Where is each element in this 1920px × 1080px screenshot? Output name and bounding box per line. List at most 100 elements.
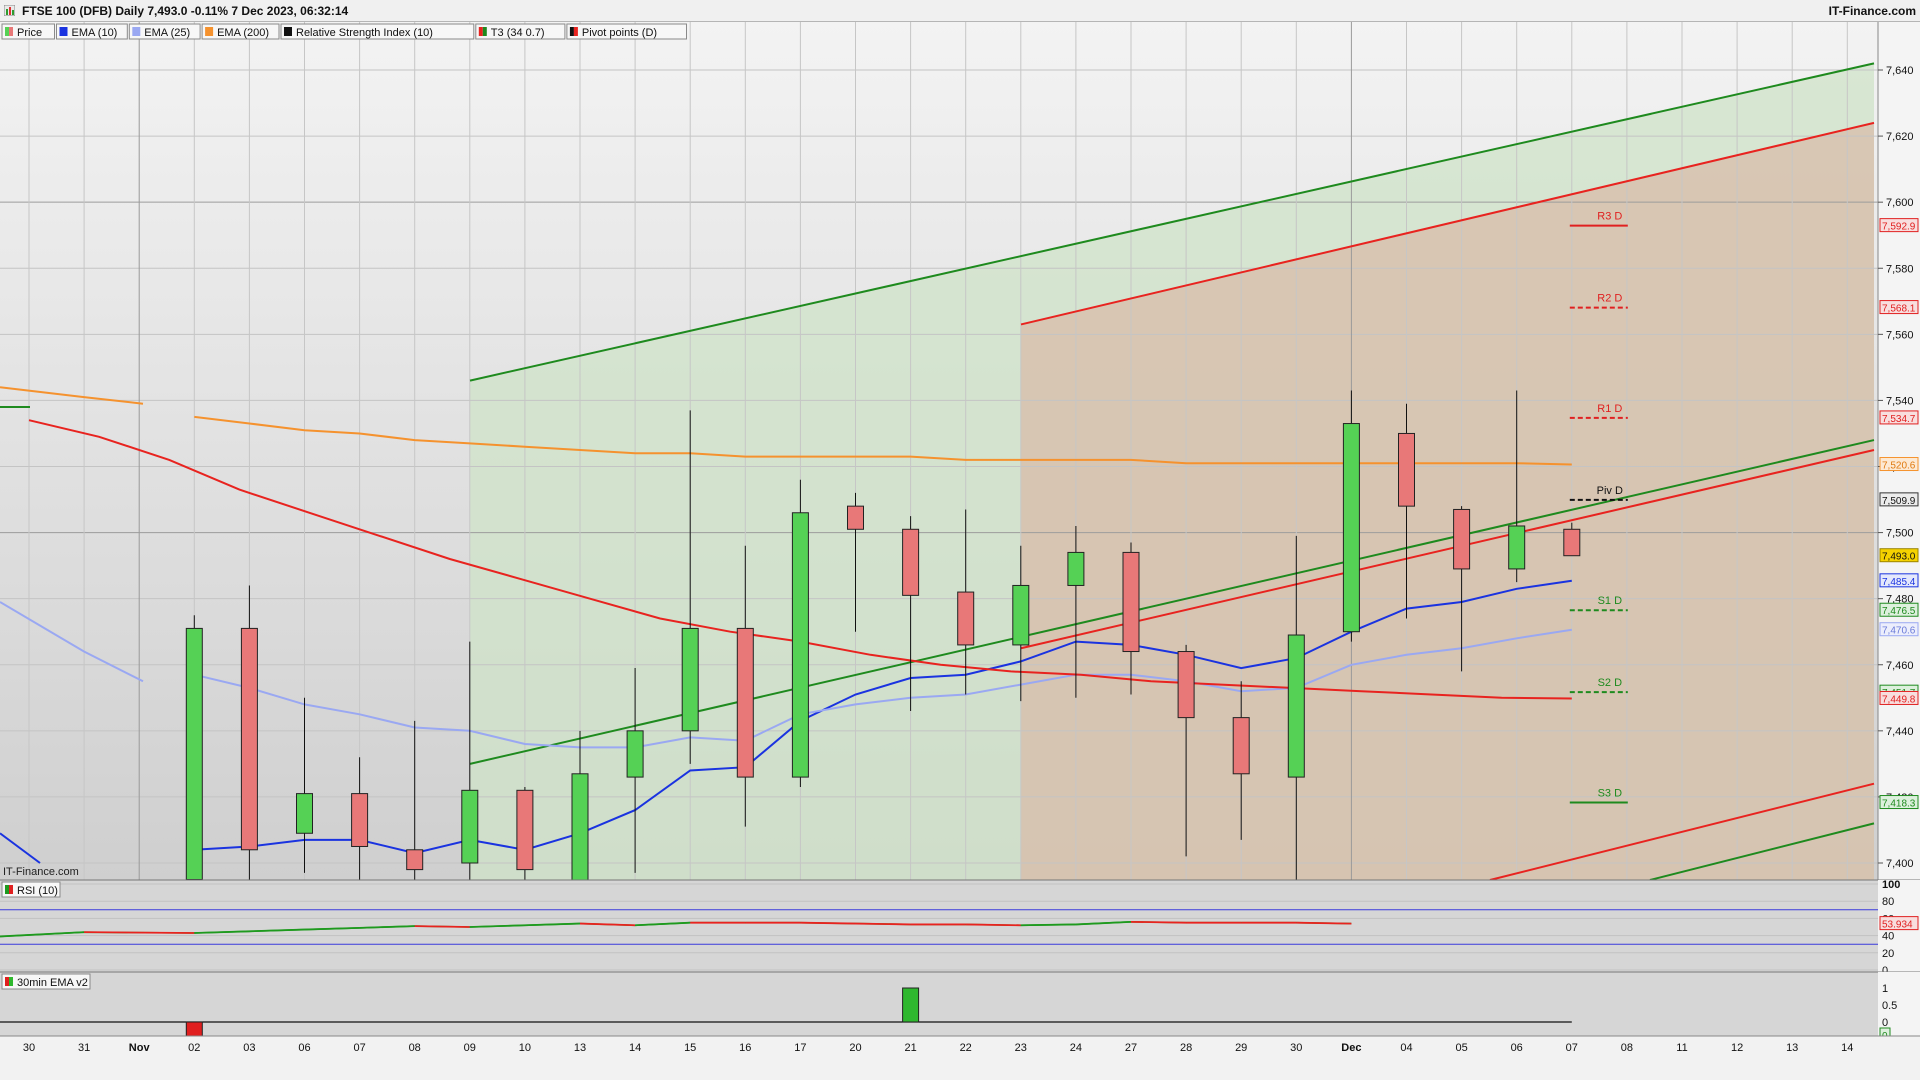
price-tick-label: 7,440 [1886,726,1914,738]
price-tag-s1: 7,476.5 [1879,602,1919,617]
time-axis-label: 27 [1125,1042,1137,1054]
time-axis-label: 04 [1400,1042,1412,1054]
rsi-segment [84,931,195,934]
chart-app-icon [4,5,15,16]
candle-body [1232,717,1250,775]
time-axis-label: 07 [353,1042,365,1054]
legend-swatch [59,27,68,36]
time-axis-label: 10 [519,1042,531,1054]
pivot-label: R3 D [1597,211,1622,223]
price-tag-price: 7,493.0 [1879,548,1919,563]
price-tick-label: 7,400 [1886,858,1914,870]
candle-body [1122,551,1140,653]
time-axis-label: 08 [409,1042,421,1054]
bearish-candle[interactable] [240,585,258,892]
candle-body [571,773,589,880]
time-axis-label: 05 [1455,1042,1467,1054]
price-tick-label: 7,460 [1886,660,1914,672]
candle-body [1067,551,1085,586]
rsi-legend[interactable]: RSI (10) [1,881,61,898]
time-axis-label: 30 [1290,1042,1302,1054]
time-axis-label: 02 [188,1042,200,1054]
rsi-value-label: 53.934 [1882,920,1913,931]
ema30-tick-label: 0 [1882,1017,1888,1029]
time-axis-label: Dec [1341,1042,1361,1054]
pivot-label: S1 D [1598,595,1623,607]
candle-body [1012,584,1030,646]
legend-item-pivot-points-d-[interactable]: Pivot points (D) [566,23,688,40]
rsi-tick-label: 100 [1882,879,1900,891]
pivot-label: R2 D [1597,293,1622,305]
legend-item-price[interactable]: Price [1,23,55,40]
price-tag-label: 7,534.7 [1882,414,1916,425]
price-tag-label: 7,493.0 [1882,552,1916,563]
legend-item-ema-10-[interactable]: EMA (10) [56,23,128,40]
time-axis-label: 23 [1015,1042,1027,1054]
time-axis-label: 08 [1621,1042,1633,1054]
candle-body [1177,651,1195,719]
candle-body [902,528,920,596]
legend-item-label: Price [17,27,42,39]
price-tag-t3: 7,449.8 [1879,690,1919,705]
candle-body [957,591,975,646]
rsi-segment [1020,923,1076,927]
price-tick-label: 7,600 [1886,197,1914,209]
time-axis-label: 24 [1070,1042,1082,1054]
price-tag-label: 7,568.1 [1882,304,1916,315]
pivot-label: R1 D [1597,403,1622,415]
rsi-segment [800,921,856,925]
price-tag-piv: 7,509.9 [1879,492,1919,507]
ema30-legend[interactable]: 30min EMA v2 [1,973,91,990]
pivot-label: S3 D [1598,788,1623,800]
price-tag-s3: 7,418.3 [1879,795,1919,810]
rsi-tick-label: 40 [1882,931,1894,943]
candle-body [185,627,203,880]
candle-body [626,730,644,778]
chart-canvas[interactable]: R3 D R2 D R1 D Piv D S1 D S2 D S3 D IT-Finance.… [0,22,1920,1080]
time-axis-label: 06 [298,1042,310,1054]
candle-body [847,505,864,530]
time-axis-label: 14 [1841,1042,1853,1054]
bullish-candle[interactable] [791,479,809,788]
price-tag-label: 7,509.9 [1882,496,1916,507]
legend-item-ema-25-[interactable]: EMA (25) [128,23,201,40]
price-tick-label: 7,500 [1886,528,1914,540]
chart-title: FTSE 100 (DFB) Daily 7,493.0 -0.11% 7 De… [22,4,349,18]
legend-item-label: T3 (34 0.7) [491,27,545,39]
pivot-label: Piv D [1597,485,1623,497]
candle-body [791,512,809,778]
price-tick-label: 7,580 [1886,263,1914,275]
candle-body [1342,423,1360,633]
price-tick-label: 7,540 [1886,395,1914,407]
price-tag-label: 7,449.8 [1882,694,1916,705]
legend-swatch [5,27,9,36]
time-axis-label: 14 [629,1042,641,1054]
legend-swatch [478,27,483,36]
rsi-segment [1296,921,1352,925]
time-axis-label: 28 [1180,1042,1192,1054]
legend-swatch [482,27,487,36]
bullish-candle[interactable] [1342,390,1360,642]
time-axis-label: 30 [23,1042,35,1054]
price-tag-r2: 7,568.1 [1879,300,1919,315]
time-axis-label: 06 [1511,1042,1523,1054]
candle-body [681,627,699,732]
candle-body [1398,432,1415,507]
rsi-tick-label: 80 [1882,896,1894,908]
price-tick-label: 7,560 [1886,329,1914,341]
time-axis-label: 15 [684,1042,696,1054]
legend-item-label: Relative Strength Index (10) [296,27,433,39]
legend-item-relative-strength-index-10-[interactable]: Relative Strength Index (10) [280,23,475,40]
bullish-candle[interactable] [185,615,203,896]
title-bar: FTSE 100 (DFB) Daily 7,493.0 -0.11% 7 De… [0,0,1920,22]
legend-swatch [132,27,141,36]
legend-swatch [5,977,9,986]
legend-item-t3-34-0-7-[interactable]: T3 (34 0.7) [475,23,566,40]
price-tag-ema200: 7,520.6 [1879,457,1919,472]
legend-item-ema-200-[interactable]: EMA (200) [201,23,280,40]
rsi-segment [855,922,911,926]
price-tick-label: 7,640 [1886,65,1914,77]
time-axis-label: Nov [129,1042,151,1054]
ema30-tick-label: 1 [1882,983,1888,995]
time-axis-label: 20 [849,1042,861,1054]
